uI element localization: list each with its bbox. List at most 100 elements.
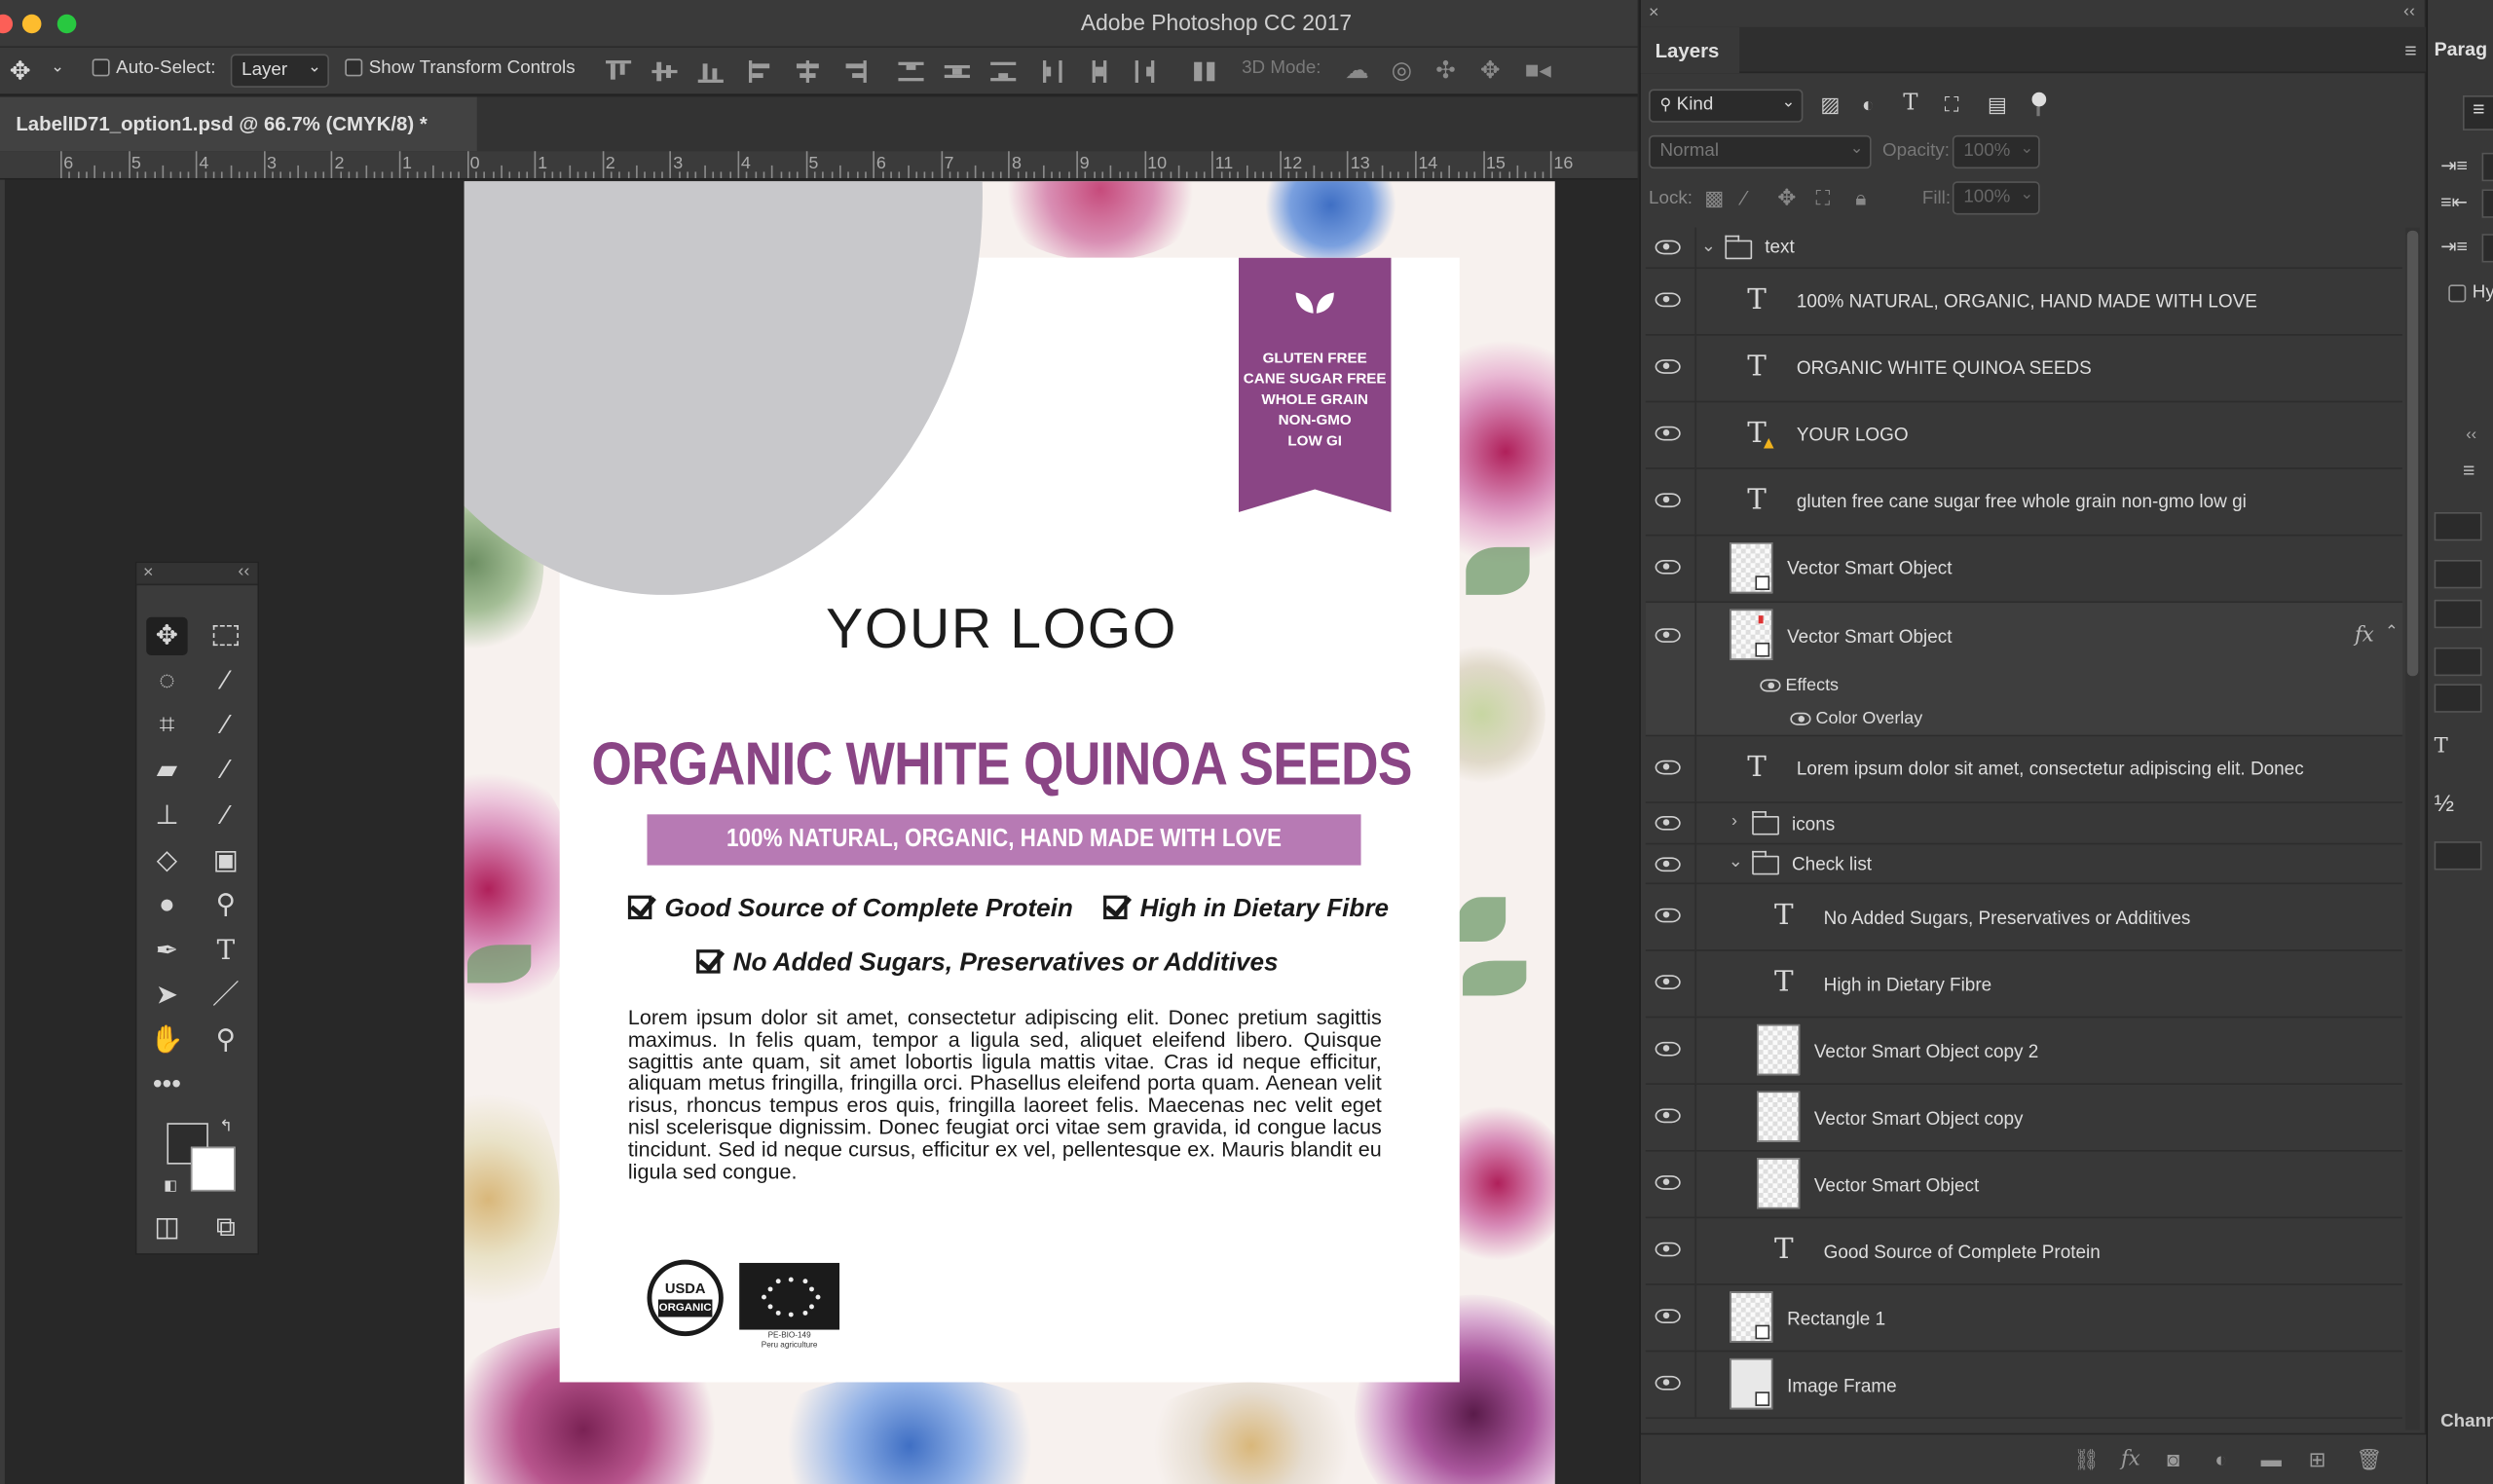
dodge-tool-icon[interactable]: ⚲ — [205, 886, 246, 924]
layer-group-icons[interactable]: › icons — [1645, 802, 2402, 845]
filter-kind-dropdown[interactable]: ⚲ Kind ⌄ — [1649, 89, 1804, 123]
chevron-right-icon[interactable]: › — [1731, 811, 1737, 831]
magic-wand-tool-icon[interactable]: ⁄ — [205, 662, 246, 700]
hyphenate-checkbox[interactable] — [2448, 284, 2467, 303]
filter-type-icon[interactable]: T — [1903, 91, 1917, 116]
line-tool-icon[interactable]: ／ — [205, 977, 246, 1015]
indent-first-line-field[interactable] — [2481, 234, 2493, 263]
add-layer-style-icon[interactable]: fx — [2121, 1447, 2140, 1471]
tab-paragraph[interactable]: Parag — [2435, 38, 2487, 60]
align-bottom-edges-icon[interactable] — [697, 60, 724, 83]
align-left-icon[interactable]: ≡ — [2462, 95, 2493, 130]
auto-select-dropdown[interactable]: Layer ⌄ — [230, 54, 329, 88]
distribute-bottom-icon[interactable] — [990, 60, 1017, 83]
auto-align-layers-icon[interactable] — [1192, 60, 1217, 83]
blend-mode-dropdown[interactable]: Normal ⌄ — [1649, 134, 1872, 169]
document-canvas[interactable]: GLUTEN FREE CANE SUGAR FREE WHOLE GRAIN … — [464, 181, 1555, 1484]
layer-row[interactable]: Vector Smart Object copy — [1645, 1085, 2402, 1152]
tool-preset-chevron-down-icon[interactable]: ⌄ — [51, 58, 64, 76]
collapse-icon[interactable]: ‹‹ — [238, 562, 249, 581]
tab-layers[interactable]: Layers — [1640, 26, 1740, 74]
document-tab[interactable]: LabelID71_option1.psd @ 66.7% (CMYK/8) * — [0, 96, 477, 152]
layer-row[interactable]: T High in Dietary Fibre — [1645, 950, 2402, 1019]
tools-panel-header[interactable]: × ‹‹ — [136, 562, 258, 586]
blur-tool-icon[interactable]: ● — [146, 886, 187, 924]
tracking-field[interactable] — [2434, 647, 2482, 677]
fraction-glyph-icon[interactable]: ½ — [2435, 791, 2454, 818]
align-vertical-centers-icon[interactable] — [651, 60, 678, 83]
filter-pixel-icon[interactable]: ▨ — [1820, 93, 1840, 118]
check-item-fibre[interactable]: High in Dietary Fibre — [1103, 895, 1389, 924]
align-horizontal-centers-icon[interactable] — [795, 60, 820, 83]
pen-tool-icon[interactable]: ✒ — [146, 932, 187, 970]
distribute-top-icon[interactable] — [898, 60, 924, 83]
zoom-tool-icon[interactable]: ⚲ — [205, 1021, 246, 1059]
layers-scrollbar[interactable] — [2405, 227, 2420, 1430]
layer-row[interactable]: Vector Smart Object — [1645, 1151, 2402, 1219]
path-selection-tool-icon[interactable]: ➤ — [146, 977, 187, 1015]
visibility-eye-icon[interactable] — [1655, 760, 1681, 775]
lock-all-icon[interactable]: 🔒︎ — [1855, 186, 1866, 211]
check-item-protein[interactable]: Good Source of Complete Protein — [627, 895, 1073, 924]
distribute-left-icon[interactable] — [1041, 60, 1066, 83]
chevron-up-icon[interactable]: ⌃ — [2385, 623, 2399, 641]
history-brush-tool-icon[interactable]: ⁄ — [205, 797, 246, 835]
lock-artboard-icon[interactable]: ⛶ — [1815, 186, 1830, 211]
scrollbar-thumb[interactable] — [2406, 230, 2419, 677]
3d-scale-icon[interactable]: ■◂ — [1525, 56, 1551, 85]
layer-group-check-list[interactable]: ⌄ Check list — [1645, 844, 2402, 885]
leading-dropdown[interactable] — [2434, 599, 2482, 629]
gradient-tool-icon[interactable]: ▣ — [205, 841, 246, 879]
visibility-eye-icon[interactable] — [1655, 1375, 1681, 1391]
new-group-icon[interactable]: ▬ — [2261, 1447, 2282, 1471]
auto-select-checkbox[interactable]: Auto-Select: — [92, 58, 215, 78]
tab-channels[interactable]: Chann — [2440, 1412, 2493, 1431]
visibility-eye-icon[interactable] — [1655, 1108, 1681, 1124]
type-tool-icon[interactable]: T — [205, 932, 246, 970]
swap-colors-icon[interactable]: ↰ — [219, 1118, 233, 1135]
layer-row[interactable]: Vector Smart Object — [1645, 536, 2402, 604]
3d-pan-icon[interactable]: ✣ — [1435, 56, 1456, 85]
visibility-eye-icon[interactable] — [1655, 493, 1681, 508]
clone-stamp-tool-icon[interactable]: ⊥ — [146, 797, 187, 835]
more-tools-icon[interactable]: ••• — [146, 1065, 187, 1103]
visibility-eye-icon[interactable] — [1655, 426, 1681, 441]
filter-shape-icon[interactable]: ⛶ — [1945, 93, 1959, 118]
indent-right-field[interactable] — [2481, 189, 2493, 218]
layer-row[interactable]: Image Frame — [1645, 1352, 2402, 1420]
visibility-eye-icon[interactable] — [1655, 1041, 1681, 1057]
filter-adjustment-icon[interactable]: ◐ — [1862, 93, 1875, 117]
3d-orbit-icon[interactable]: ☁ — [1345, 56, 1368, 85]
collapse-icon[interactable]: ‹‹ — [2403, 2, 2415, 21]
indent-left-field[interactable] — [2481, 152, 2493, 182]
align-left-edges-icon[interactable] — [748, 60, 774, 83]
visibility-eye-icon[interactable] — [1655, 240, 1681, 255]
fill-input[interactable]: 100% ⌄ — [1952, 181, 2040, 215]
filter-toggle-icon[interactable] — [2030, 91, 2047, 119]
lasso-tool-icon[interactable]: ◌ — [146, 662, 187, 700]
delete-layer-icon[interactable]: 🗑︎ — [2357, 1447, 2383, 1472]
eyedropper-tool-icon[interactable]: ⁄ — [205, 706, 246, 744]
distribute-right-icon[interactable] — [1134, 60, 1159, 83]
close-icon[interactable]: × — [143, 563, 154, 582]
layer-row[interactable]: T gluten free cane sugar free whole grai… — [1645, 468, 2402, 537]
filter-smart-object-icon[interactable]: ▤ — [1988, 93, 2007, 118]
visibility-eye-icon[interactable] — [1655, 292, 1681, 308]
background-color-swatch[interactable] — [190, 1146, 236, 1192]
3d-roll-icon[interactable]: ◎ — [1392, 56, 1412, 85]
marquee-tool-icon[interactable] — [205, 617, 246, 655]
visibility-eye-icon[interactable] — [1655, 559, 1681, 575]
tagline-banner[interactable]: 100% NATURAL, ORGANIC, HAND MADE WITH LO… — [647, 814, 1361, 866]
visibility-eye-icon[interactable] — [1655, 908, 1681, 923]
align-top-edges-icon[interactable] — [606, 60, 632, 83]
layer-row[interactable]: T ORGANIC WHITE QUINOA SEEDS — [1645, 335, 2402, 403]
move-tool-icon[interactable]: ✥ — [146, 616, 188, 655]
collapse-icon[interactable]: ‹‹ — [2466, 427, 2476, 444]
visibility-eye-icon[interactable] — [1655, 359, 1681, 374]
screen-mode-icon[interactable]: ⧉ — [205, 1208, 246, 1246]
chevron-down-icon[interactable]: ⌄ — [1701, 236, 1716, 256]
visibility-eye-icon[interactable] — [1655, 857, 1681, 872]
distribute-vertical-centers-icon[interactable] — [944, 60, 970, 83]
effects-visibility-eye-icon[interactable] — [1760, 679, 1781, 692]
layer-row[interactable]: T ▲ YOUR LOGO — [1645, 402, 2402, 469]
